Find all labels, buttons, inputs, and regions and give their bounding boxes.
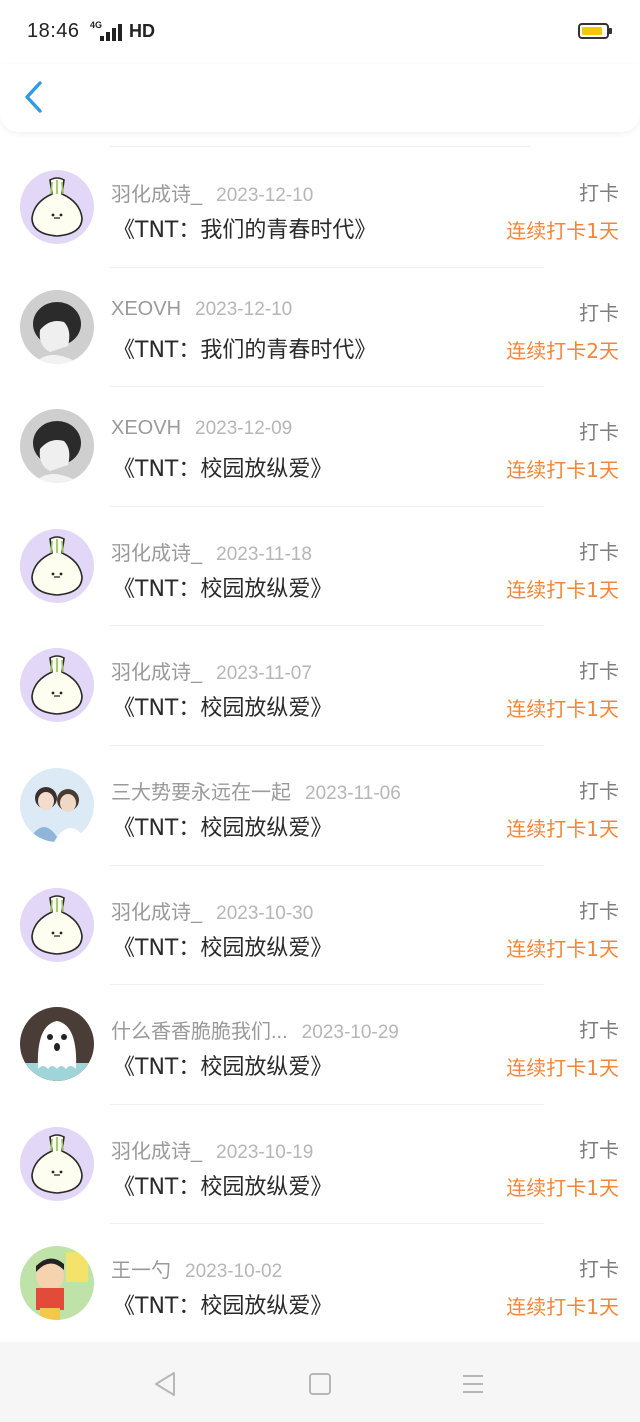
nav-back-button[interactable] — [150, 1368, 182, 1400]
list-item[interactable]: 王一勺 2023-10-02 《TNT：校园放纵爱》 打卡连续打卡1天 — [0, 1224, 640, 1344]
post-date: 2023-10-30 — [216, 902, 314, 924]
post-date: 2023-11-18 — [216, 543, 312, 565]
user-name[interactable]: 羽化成诗_ — [111, 662, 202, 684]
list-item[interactable]: 羽化成诗_ 2023-12-10 《TNT：我们的青春时代》 打卡连续打卡1天 — [0, 148, 640, 268]
status-bar: 18:46 4G HD — [0, 0, 640, 64]
bw-photo-avatar[interactable] — [20, 409, 94, 484]
system-navigation-bar — [0, 1342, 640, 1422]
status-time: 18:46 — [27, 20, 80, 42]
garlic-avatar[interactable] — [20, 648, 94, 723]
user-name[interactable]: 王一勺 — [111, 1260, 171, 1282]
streak-label: 连续打卡1天 — [506, 816, 619, 841]
entry-meta: 王一勺 2023-10-02 — [111, 1254, 282, 1283]
book-title[interactable]: 《TNT：我们的青春时代》 — [113, 332, 376, 364]
post-date: 2023-12-09 — [195, 418, 293, 440]
square-home-icon — [309, 1373, 331, 1395]
cartoon-avatar[interactable] — [20, 1246, 94, 1321]
entry-meta: 什么香香脆脆我们... 2023-10-29 — [111, 1015, 399, 1044]
streak-label: 连续打卡1天 — [506, 577, 619, 602]
user-name[interactable]: 羽化成诗_ — [111, 902, 202, 924]
streak-label: 连续打卡1天 — [506, 458, 619, 483]
user-name[interactable]: XEOVH — [111, 417, 181, 439]
user-name[interactable]: 三大势要永远在一起 — [111, 782, 291, 804]
garlic-avatar[interactable] — [20, 170, 94, 244]
entry-meta: 三大势要永远在一起 2023-11-06 — [111, 776, 401, 805]
garlic-avatar[interactable] — [20, 887, 94, 962]
checkin-label: 打卡 — [579, 659, 619, 684]
entry-meta: 羽化成诗_ 2023-12-10 — [111, 178, 313, 207]
nav-home-button[interactable] — [304, 1368, 336, 1400]
back-button[interactable] — [18, 78, 58, 118]
list-item[interactable]: 三大势要永远在一起 2023-11-06 《TNT：校园放纵爱》 打卡连续打卡1天 — [0, 746, 640, 866]
streak-label: 连续打卡2天 — [506, 338, 619, 363]
streak-label: 连续打卡1天 — [506, 1295, 619, 1320]
checkin-label: 打卡 — [579, 300, 619, 325]
user-name[interactable]: 什么香香脆脆我们... — [111, 1021, 288, 1043]
post-date: 2023-12-10 — [216, 185, 314, 206]
streak-label: 连续打卡1天 — [506, 1175, 619, 1200]
checkin-label: 打卡 — [579, 539, 619, 564]
post-date: 2023-10-02 — [185, 1261, 283, 1283]
book-title[interactable]: 《TNT：我们的青春时代》 — [113, 212, 376, 244]
checkin-label: 打卡 — [579, 898, 619, 923]
hd-indicator: HD — [129, 21, 155, 41]
garlic-avatar[interactable] — [20, 1126, 94, 1201]
list-item[interactable]: 什么香香脆脆我们... 2023-10-29 《TNT：校园放纵爱》 打卡连续打卡1天 — [0, 985, 640, 1105]
entry-meta: 羽化成诗_ 2023-11-07 — [111, 656, 312, 685]
post-date: 2023-10-29 — [301, 1022, 399, 1044]
entry-meta: 羽化成诗_ 2023-10-30 — [111, 896, 313, 925]
list-item[interactable]: XEOVH 2023-12-09 《TNT：校园放纵爱》 打卡连续打卡1天 — [0, 387, 640, 507]
checkin-label: 打卡 — [579, 1137, 619, 1162]
book-title[interactable]: 《TNT：校园放纵爱》 — [113, 571, 332, 603]
book-title[interactable]: 《TNT：校园放纵爱》 — [113, 1169, 332, 1201]
user-name[interactable]: 羽化成诗_ — [111, 184, 202, 206]
divider — [110, 146, 530, 147]
entry-meta: XEOVH 2023-12-10 — [111, 298, 292, 321]
battery-icon — [578, 23, 612, 39]
book-title[interactable]: 《TNT：校园放纵爱》 — [113, 1049, 332, 1081]
list-item[interactable]: 羽化成诗_ 2023-11-18 《TNT：校园放纵爱》 打卡连续打卡1天 — [0, 507, 640, 627]
user-name[interactable]: 羽化成诗_ — [111, 543, 202, 565]
list-item[interactable]: 羽化成诗_ 2023-10-30 《TNT：校园放纵爱》 打卡连续打卡1天 — [0, 866, 640, 986]
menu-lines-icon — [463, 1375, 483, 1393]
book-title[interactable]: 《TNT：校园放纵爱》 — [113, 930, 332, 962]
post-date: 2023-10-19 — [216, 1141, 314, 1163]
streak-label: 连续打卡1天 — [506, 1056, 619, 1081]
post-date: 2023-11-06 — [305, 782, 401, 804]
list-item[interactable]: 羽化成诗_ 2023-10-19 《TNT：校园放纵爱》 打卡连续打卡1天 — [0, 1105, 640, 1225]
post-date: 2023-12-10 — [195, 298, 293, 320]
user-name[interactable]: 羽化成诗_ — [111, 1141, 202, 1163]
checkin-list: 羽化成诗_ 2023-12-10 《TNT：我们的青春时代》 打卡 连续打卡1天 XEOV… — [0, 148, 640, 1344]
ghost-avatar[interactable] — [20, 1007, 94, 1082]
book-title[interactable]: 《TNT：校园放纵爱》 — [113, 690, 332, 722]
list-item[interactable]: XEOVH 2023-12-10 《TNT：我们的青春时代》 打卡连续打卡2天 — [0, 268, 640, 388]
garlic-avatar[interactable] — [20, 528, 94, 603]
user-name[interactable]: XEOVH — [111, 298, 181, 320]
post-date: 2023-11-07 — [216, 663, 312, 685]
checkin-label: 打卡 — [579, 420, 619, 445]
book-title[interactable]: 《TNT：校园放纵爱》 — [113, 810, 332, 842]
triangle-back-icon — [155, 1372, 175, 1396]
list-item[interactable]: 羽化成诗_ 2023-11-07 《TNT：校园放纵爱》 打卡连续打卡1天 — [0, 626, 640, 746]
streak-label: 连续打卡1天 — [506, 936, 619, 961]
top-navigation-bar — [0, 64, 640, 132]
entry-meta: XEOVH 2023-12-09 — [111, 417, 292, 440]
chevron-left-icon — [25, 81, 42, 113]
checkin-label: 打卡 — [579, 1018, 619, 1043]
book-title[interactable]: 《TNT：校园放纵爱》 — [113, 451, 332, 483]
book-title[interactable]: 《TNT：校园放纵爱》 — [113, 1288, 332, 1320]
entry-meta: 羽化成诗_ 2023-11-18 — [111, 537, 312, 566]
checkin-label: 打卡 — [579, 778, 619, 803]
photo-avatar[interactable] — [20, 767, 94, 842]
battery-level — [582, 27, 602, 35]
streak-label: 连续打卡1天 — [506, 697, 619, 722]
checkin-label: 打卡 — [579, 181, 619, 205]
entry-meta: 羽化成诗_ 2023-10-19 — [111, 1135, 313, 1164]
nav-menu-button[interactable] — [457, 1368, 489, 1400]
checkin-label: 打卡 — [579, 1257, 619, 1282]
streak-label: 连续打卡1天 — [506, 219, 619, 243]
bw-photo-avatar[interactable] — [20, 289, 94, 364]
